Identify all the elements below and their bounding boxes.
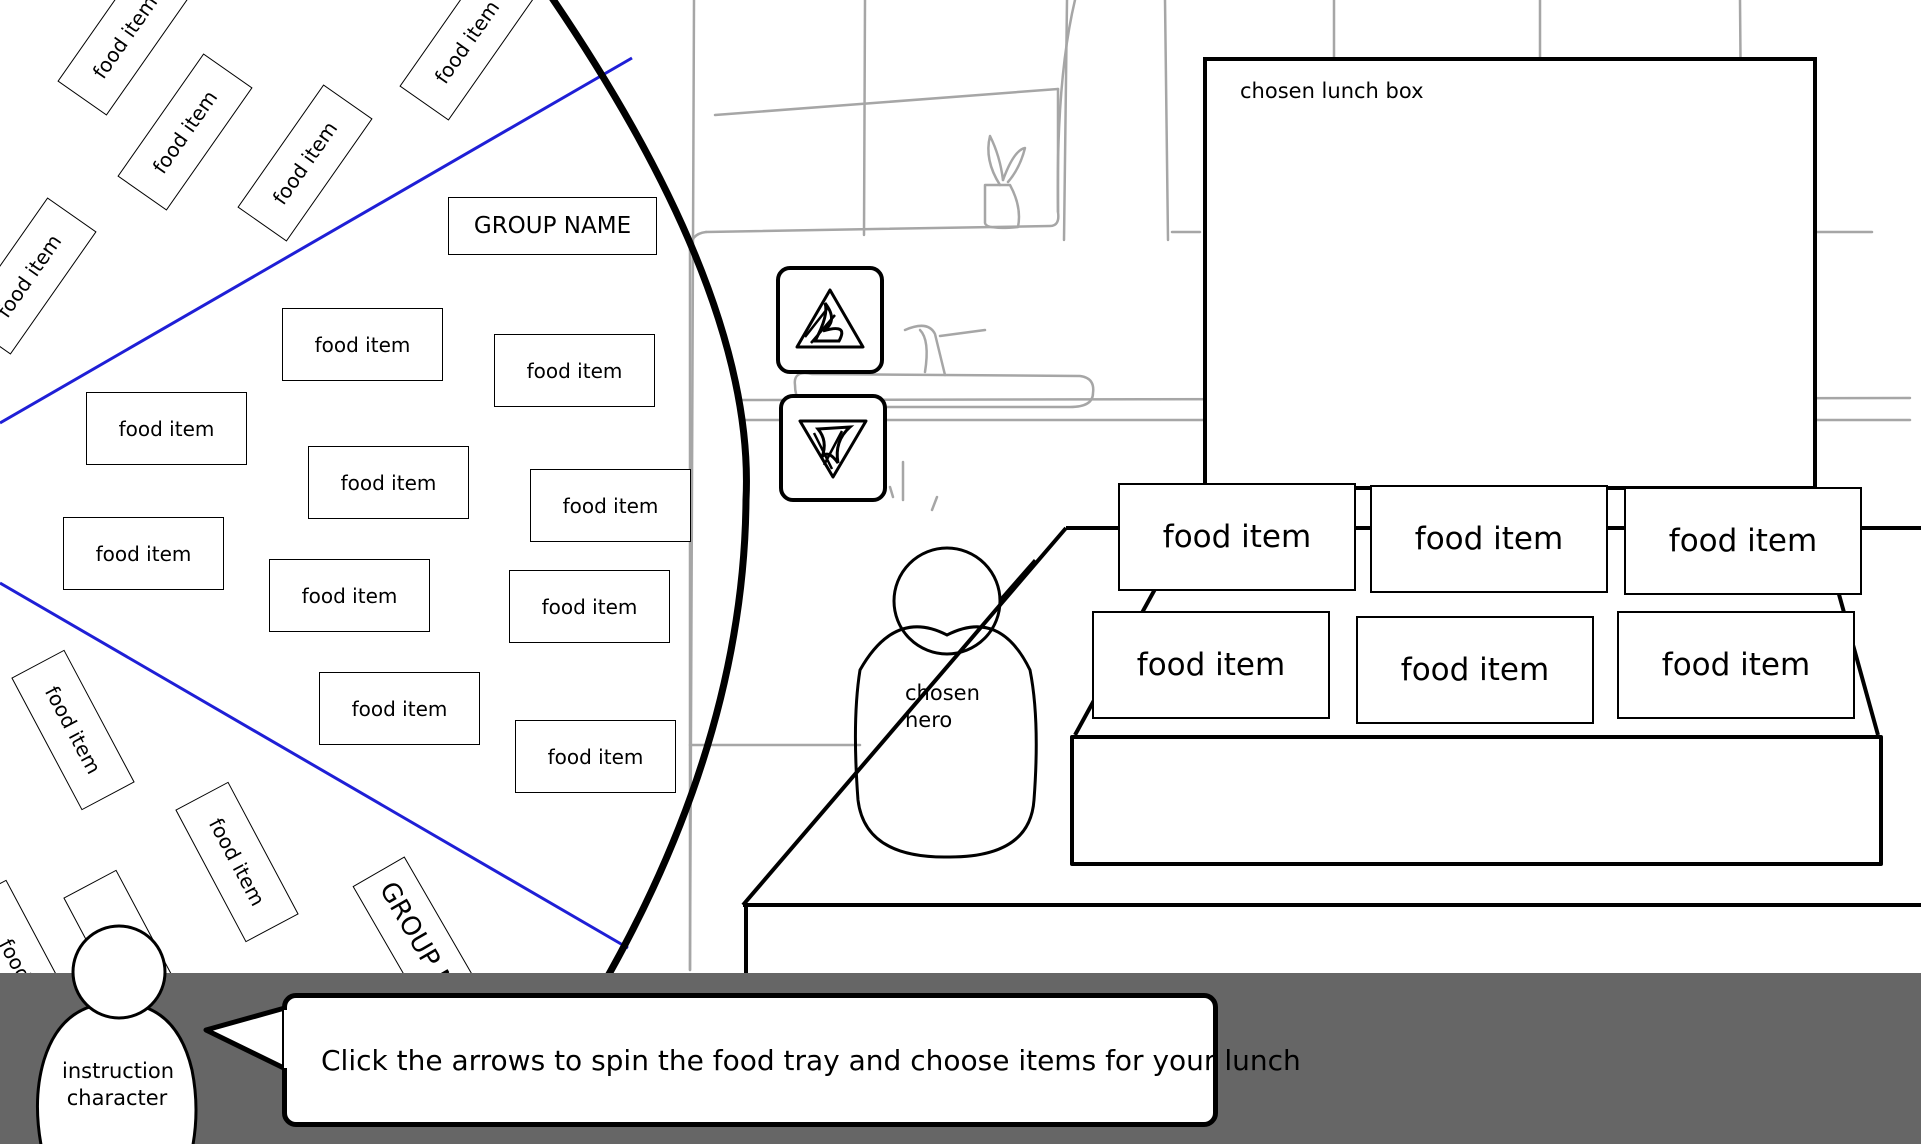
wheel-food-item[interactable]: food item	[530, 469, 691, 542]
wheel-food-item[interactable]: food item	[509, 570, 670, 643]
wheel-food-item[interactable]: food item	[282, 308, 443, 381]
lunch-box-panel: chosen lunch box	[1203, 57, 1817, 490]
lunch-slot-6[interactable]: food item	[1617, 611, 1855, 719]
down-arrow-icon	[798, 419, 868, 479]
wheel-food-item[interactable]: food item	[319, 672, 480, 745]
spin-up-button[interactable]	[776, 266, 884, 374]
wheel-food-item[interactable]: food item	[269, 559, 430, 632]
wheel-group-name: GROUP NAME	[448, 197, 657, 255]
lunch-slot-1[interactable]: food item	[1118, 483, 1356, 591]
hero-label: chosen hero	[905, 681, 980, 733]
wheel-food-item[interactable]: food item	[63, 517, 224, 590]
lunch-slot-2[interactable]: food item	[1370, 485, 1608, 593]
instruction-speech-bubble: Click the arrows to spin the food tray a…	[282, 993, 1301, 1127]
wheel-food-item[interactable]: food item	[86, 392, 247, 465]
lunch-slot-4[interactable]: food item	[1092, 611, 1330, 719]
up-arrow-icon	[795, 288, 865, 349]
instruction-character-label: instruction character	[62, 1059, 175, 1111]
instruction-text: Click the arrows to spin the food tray a…	[321, 1043, 1301, 1077]
lunch-builder-screen: chosen lunch box food item food item foo…	[0, 0, 1921, 1144]
lunch-slot-3[interactable]: food item	[1624, 487, 1862, 595]
lunch-slot-5[interactable]: food item	[1356, 616, 1594, 724]
table	[741, 526, 1921, 975]
spin-down-button[interactable]	[779, 394, 887, 502]
wheel-food-item[interactable]: food item	[515, 720, 676, 793]
lunch-box-title: chosen lunch box	[1240, 79, 1424, 103]
wheel-food-item[interactable]: food item	[494, 334, 655, 407]
wheel-food-item[interactable]: food item	[308, 446, 469, 519]
